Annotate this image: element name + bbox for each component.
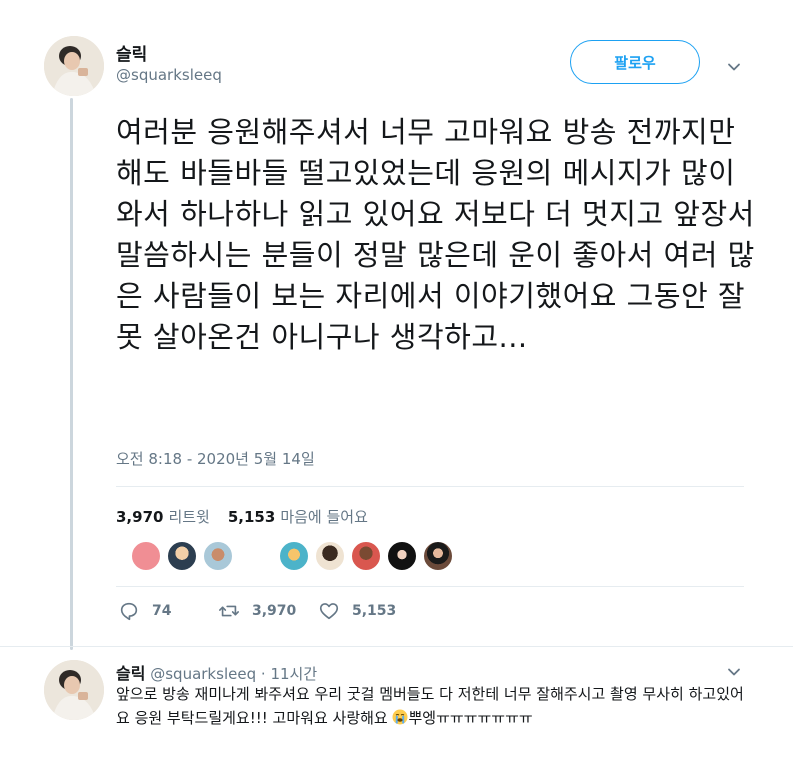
retweet-count: 3,970 (252, 603, 297, 619)
author-handle[interactable]: @squarksleeq (116, 66, 222, 84)
reply-chevron-down-icon[interactable] (727, 665, 741, 679)
divider (0, 646, 793, 647)
loudly-crying-face-icon (392, 709, 408, 725)
retweet-icon (219, 605, 239, 617)
reply-text-end: 뿌엥ㅠㅠㅠㅠㅠㅠㅠ (408, 709, 533, 727)
tweet-stats: 3,970 리트윗 5,153 마음에 들어요 (116, 506, 368, 527)
thread-connector-line (70, 98, 73, 650)
liker-avatars (130, 540, 470, 572)
retweet-stat-label: 리트윗 (168, 508, 210, 526)
liker-avatar[interactable] (202, 540, 234, 572)
reply-header: 슬릭 @squarksleeq · 11시간 (116, 660, 317, 684)
like-stat[interactable]: 5,153 마음에 들어요 (228, 506, 368, 527)
reply-separator: · (260, 665, 266, 683)
liker-avatar[interactable] (350, 540, 382, 572)
liker-avatar[interactable] (166, 540, 198, 572)
retweet-button[interactable]: 3,970 (218, 600, 296, 622)
liker-avatar[interactable] (422, 540, 454, 572)
avatar[interactable] (44, 36, 104, 96)
liker-avatar[interactable] (386, 540, 418, 572)
reply-author-handle[interactable]: @squarksleeq (150, 665, 256, 683)
follow-button[interactable]: 팔로우 (570, 40, 700, 84)
liker-avatar[interactable] (130, 540, 162, 572)
divider (116, 586, 744, 587)
avatar-photo (44, 36, 104, 96)
reply-count: 74 (152, 603, 172, 619)
reply-icon (120, 602, 138, 621)
author-name[interactable]: 슬릭 (116, 40, 147, 65)
reply-avatar-photo (44, 660, 104, 720)
heart-icon (319, 603, 339, 620)
reply-text: 앞으로 방송 재미나게 봐주셔요 우리 굿걸 멤버들도 다 저한테 너무 잘해주… (116, 682, 756, 730)
chevron-down-icon[interactable] (727, 60, 741, 74)
reply-avatar[interactable] (44, 660, 104, 720)
liker-avatar[interactable] (314, 540, 346, 572)
reply-button[interactable]: 74 (118, 600, 171, 622)
like-stat-count: 5,153 (227, 508, 276, 526)
like-count: 5,153 (352, 603, 397, 619)
liker-avatar[interactable] (278, 540, 310, 572)
retweet-stat[interactable]: 3,970 리트윗 (116, 506, 210, 527)
reply-time[interactable]: 11시간 (270, 665, 317, 683)
tweet-timestamp[interactable]: 오전 8:18 - 2020년 5월 14일 (116, 448, 315, 469)
like-stat-label: 마음에 들어요 (280, 508, 368, 526)
like-button[interactable]: 5,153 (318, 600, 396, 622)
reply-author-name[interactable]: 슬릭 (116, 664, 145, 683)
tweet-text: 여러분 응원해주셔서 너무 고마워요 방송 전까지만 해도 바들바들 떨고있었는… (116, 115, 755, 354)
divider (116, 486, 744, 487)
retweet-stat-count: 3,970 (116, 508, 164, 526)
